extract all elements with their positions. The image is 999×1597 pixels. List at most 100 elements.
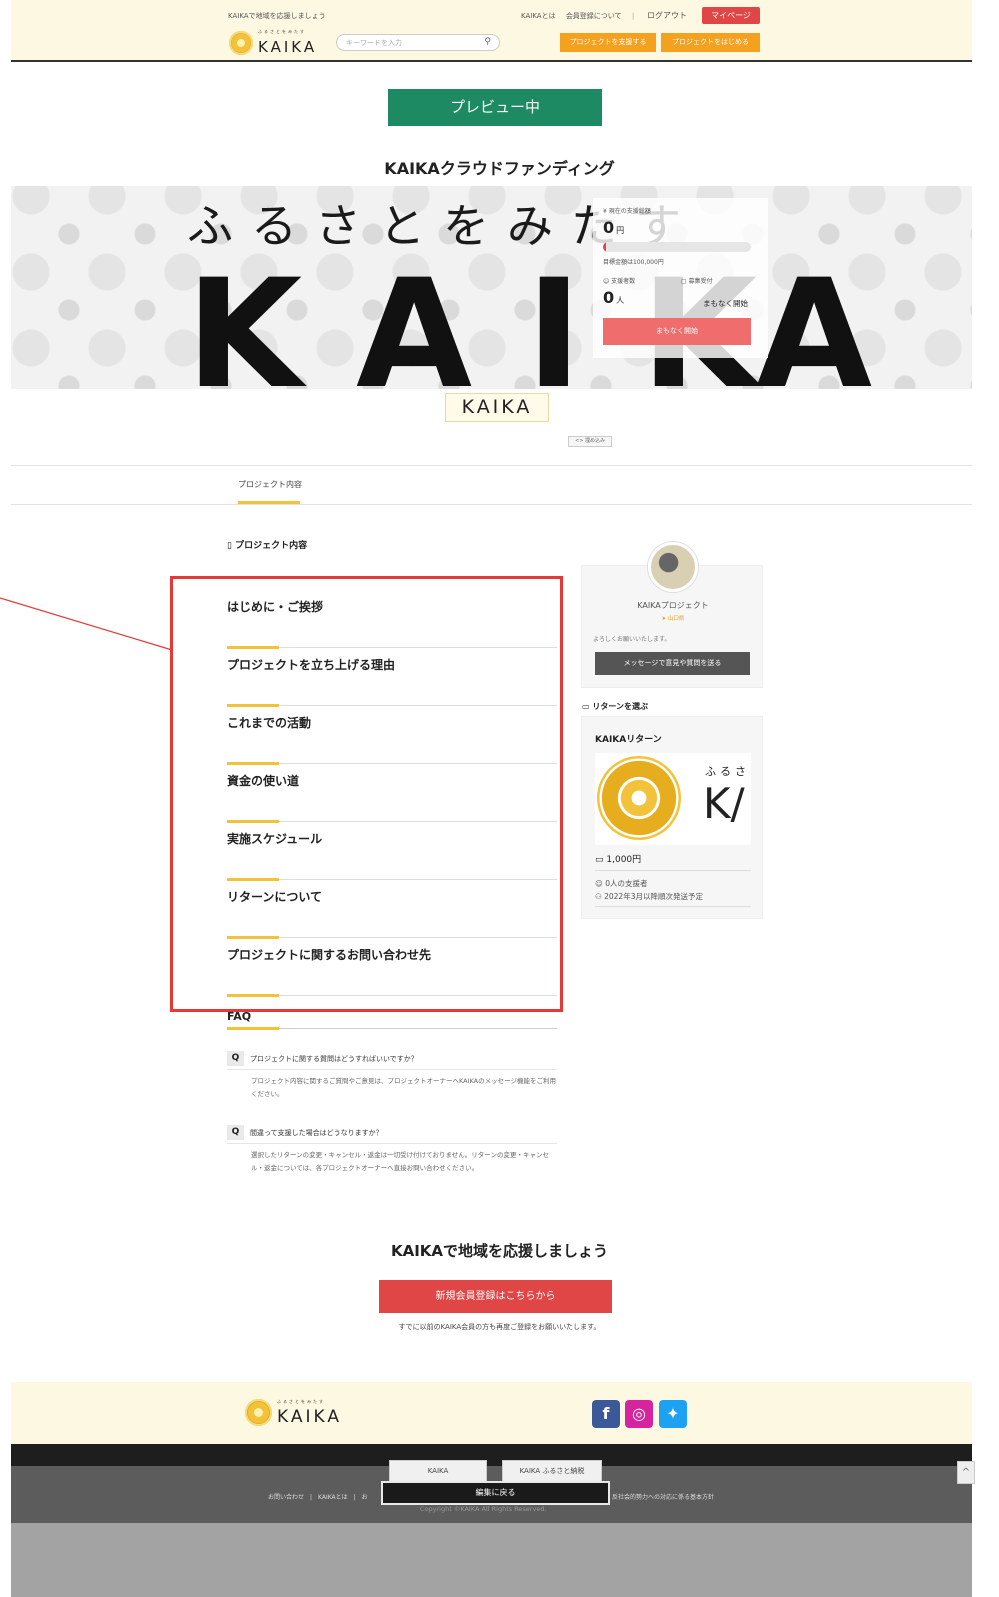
footer-dark-band [11, 1444, 972, 1466]
supporters-value: 0 [603, 288, 615, 307]
instagram-icon[interactable]: ◎ [625, 1400, 653, 1428]
question-mark-icon: Q [227, 1051, 244, 1066]
return-card[interactable]: KAIKAリターン ふるさ K/ ▭ 1,000円 ☺ 0人の支援者 ⚇ 202… [581, 716, 763, 919]
embed-button[interactable]: <> 埋め込み [568, 436, 612, 447]
return-image-text: ふるさ [705, 765, 750, 778]
divider [11, 465, 972, 466]
hero-letter: A [756, 248, 873, 389]
footer-logo-wordmark: KAIKA [277, 1407, 342, 1427]
owner-name[interactable]: KAIKAプロジェクト [582, 600, 764, 611]
register-button[interactable]: 新規会員登録はこちらから [379, 1280, 612, 1313]
supporters-count: 0人 [603, 288, 624, 307]
period-value: まもなく開始 [703, 299, 748, 308]
project-title: KAIKAクラウドファンディング [384, 159, 615, 178]
footer-badge-furusato[interactable]: KAIKA ふるさと納税 [502, 1460, 602, 1482]
cta-heading: KAIKAで地域を応援しましょう [390, 1242, 609, 1260]
owner-greeting: よろしくお願いいたします。 [593, 636, 671, 643]
user-icon: ⚇ [595, 892, 605, 901]
kaika-flower-icon [229, 30, 253, 55]
logo-wordmark: KAIKA [258, 38, 318, 56]
faq-question[interactable]: Q 間違って支援した場合はどうなりますか？ [227, 1125, 557, 1144]
faq-item: Q プロジェクトに関する質問はどうすればいいですか？ プロジェクト内容に関するご質… [227, 1051, 557, 1101]
return-image-logo: K/ [703, 779, 745, 828]
back-to-edit-button[interactable]: 編集に戻る [381, 1481, 610, 1505]
preview-banner: プレビュー中 [388, 89, 602, 126]
section-heading-text: プロジェクト内容 [235, 541, 308, 551]
owner-location-text: 山口県 [667, 616, 685, 622]
mypage-button[interactable]: マイページ [702, 7, 760, 24]
question-mark-icon: Q [227, 1125, 244, 1140]
hero-letter: K [186, 248, 303, 389]
kaika-sub-logo: KAIKA [445, 393, 549, 422]
faq-underline [227, 1027, 557, 1030]
supporters-unit: 人 [616, 296, 625, 305]
link-separator: | [631, 12, 635, 20]
annotation-pointer-line [0, 597, 173, 651]
footer-logo[interactable]: ふるさとをみたす KAIKA [245, 1399, 342, 1426]
twitter-icon[interactable]: ✦ [659, 1400, 687, 1428]
divider [595, 906, 751, 907]
hero-letter: I [526, 248, 582, 389]
return-shipping-text: 2022年3月以降順次発送予定 [604, 892, 703, 901]
annotation-highlight-box [170, 576, 563, 1012]
hero-letter: A [356, 248, 473, 389]
membership-link[interactable]: 会員登録について [566, 12, 622, 20]
divider [595, 870, 751, 871]
footer-logo-kana: ふるさとをみたす [277, 1399, 325, 1404]
hero-image: ふるさとをみたす K A I K A [11, 186, 972, 389]
smiley-icon: ☺ [595, 879, 606, 888]
footer-bottom-band [11, 1523, 972, 1597]
return-supporters-text: 0人の支援者 [605, 879, 648, 888]
total-unit: 円 [616, 226, 625, 235]
support-project-button[interactable]: プロジェクトを支援する [560, 33, 656, 52]
faq-question-text: プロジェクトに関する質問はどうすればいいですか？ [250, 1054, 418, 1063]
footer-links-left[interactable]: お問い合わせ | KAIKAとは | お [268, 1492, 368, 1501]
return-card-title: KAIKAリターン [595, 735, 662, 745]
faq-answer: 選択したリターンの変更・キャンセル・返金は一切受け付けておりません。リターンの変… [251, 1151, 549, 1172]
header-top-links: KAIKAとは 会員登録について | [521, 11, 642, 21]
send-message-button[interactable]: メッセージで意見や質問を送る [595, 652, 750, 675]
header-tagline: KAIKAで地域を応援しましょう [228, 12, 326, 20]
faq-question[interactable]: Q プロジェクトに関する質問はどうすればいいですか？ [227, 1051, 557, 1070]
return-shipping: ⚇ 2022年3月以降順次発送予定 [595, 891, 703, 902]
annotation-line [0, 597, 173, 651]
footer-badge-kaika[interactable]: KAIKA [389, 1460, 487, 1482]
calendar-icon: ▢ [681, 278, 689, 285]
search-placeholder: キーワードを入力 [346, 39, 402, 47]
gift-icon: ▭ [582, 702, 593, 711]
logout-link[interactable]: ログアウト [647, 10, 687, 21]
page: KAIKAで地域を応援しましょう KAIKAとは 会員登録について | ログアウ… [0, 0, 999, 1597]
facebook-icon[interactable]: f [592, 1400, 620, 1428]
return-card-image: ふるさ K/ [595, 753, 751, 845]
document-icon: ▯ [227, 541, 236, 551]
chevron-up-icon[interactable]: ^ [957, 1461, 975, 1484]
supporters-label: ☺ 支援者数 [603, 278, 636, 285]
kaika-flower-icon [245, 1399, 272, 1426]
period-label: ▢ 募集受付 [681, 276, 713, 285]
cta-note: すでに以前のKAIKA会員の方も再度ご登録をお願いいたします。 [398, 1323, 601, 1331]
copyright: Copyright ©KAIKA All Rights Reserved. [420, 1505, 547, 1513]
logo-kana: ふるさとをみたす [258, 29, 306, 34]
faq-underline-accent [227, 1027, 279, 1030]
footer-top [11, 1382, 972, 1444]
search-icon[interactable]: ⚲ [484, 37, 491, 47]
funding-stats-panel: ¥ 現在の支援総額 0円 目標金額は100,000円 ☺ 支援者数 ▢ 募集受付… [593, 198, 768, 358]
return-price-text: 1,000円 [606, 855, 642, 865]
site-logo[interactable]: ふるさとをみたす KAIKA [229, 29, 317, 56]
footer-links-right[interactable]: 反社会的勢力への対応に係る基本方針 [612, 1492, 714, 1501]
goal-amount: 目標金額は100,000円 [603, 259, 664, 266]
divider [11, 504, 972, 505]
kaika-flower-icon [597, 756, 681, 840]
about-link[interactable]: KAIKAとは [521, 12, 556, 20]
tab-project-content[interactable]: プロジェクト内容 [238, 479, 302, 490]
returns-heading: ▭ リターンを選ぶ [582, 701, 648, 712]
search-input[interactable]: キーワードを入力 ⚲ [336, 34, 500, 51]
owner-avatar [648, 542, 698, 592]
gift-icon: ▭ [595, 855, 607, 865]
returns-heading-text: リターンを選ぶ [592, 702, 648, 711]
coming-soon-button[interactable]: まもなく開始 [603, 318, 751, 345]
faq-heading: FAQ [227, 1010, 252, 1023]
faq-question-text: 間違って支援した場合はどうなりますか？ [250, 1128, 383, 1137]
section-heading: ▯ プロジェクト内容 [227, 538, 307, 551]
start-project-button[interactable]: プロジェクトをはじめる [661, 33, 760, 52]
